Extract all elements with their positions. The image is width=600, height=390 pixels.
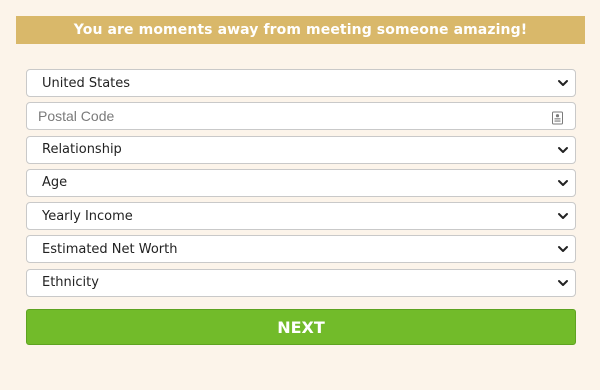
ethnicity-select-value: Ethnicity [42,275,99,291]
age-select-value: Age [42,175,68,191]
contact-card-icon[interactable] [552,110,563,125]
net-worth-select[interactable]: Estimated Net Worth [26,235,576,264]
relationship-select[interactable]: Relationship [26,135,576,164]
next-button[interactable]: NEXT [26,309,576,345]
yearly-income-select-value: Yearly Income [42,208,133,224]
next-button-label: NEXT [277,317,325,337]
postal-code-input[interactable] [27,103,520,130]
promo-banner: You are moments away from meeting someon… [16,16,585,44]
postal-code-field[interactable] [26,102,576,131]
age-select[interactable]: Age [26,168,576,197]
yearly-income-select[interactable]: Yearly Income [26,202,576,231]
chevron-down-icon [557,144,569,156]
chevron-down-icon [557,177,569,189]
signup-form: United States Relationship Age Yearly In… [26,69,576,302]
banner-text: You are moments away from meeting someon… [73,22,528,38]
chevron-down-icon [557,277,569,289]
country-select-value: United States [42,75,131,91]
chevron-down-icon [557,77,569,89]
chevron-down-icon [557,210,569,222]
country-select[interactable]: United States [26,69,576,97]
relationship-select-value: Relationship [42,142,122,158]
net-worth-select-value: Estimated Net Worth [42,241,178,257]
chevron-down-icon [557,243,569,255]
ethnicity-select[interactable]: Ethnicity [26,268,576,297]
